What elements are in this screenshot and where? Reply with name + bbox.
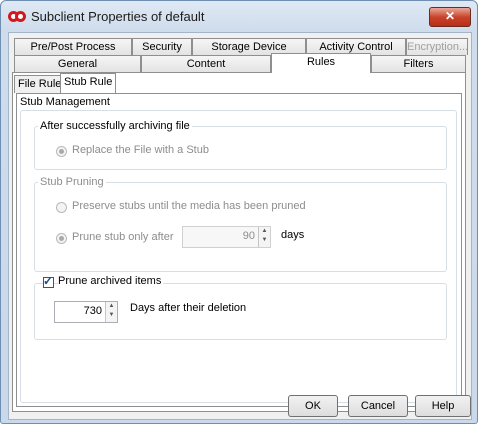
- stub-rule-panel: Stub Management After successfully archi…: [16, 93, 462, 407]
- preserve-stubs-label: Preserve stubs until the media has been …: [72, 200, 306, 212]
- days-after-deletion-label: Days after their deletion: [130, 302, 247, 314]
- tab-rules[interactable]: Rules: [271, 53, 371, 73]
- replace-stub-label: Replace the File with a Stub: [72, 144, 209, 156]
- tab-encryption: Encryption...: [406, 38, 468, 55]
- app-icon: [8, 11, 26, 22]
- close-button[interactable]: ✕: [429, 7, 471, 27]
- window-title: Subclient Properties of default: [31, 9, 205, 24]
- prune-days-spinner: 90 ▲ ▼: [182, 226, 271, 248]
- preserve-stubs-radio: [56, 202, 67, 213]
- stub-management-heading: Stub Management: [20, 96, 110, 108]
- subtab-stub-rule[interactable]: Stub Rule: [60, 73, 117, 93]
- spin-down-icon[interactable]: ▼: [106, 311, 117, 320]
- prune-stub-radio: [56, 233, 67, 244]
- days-label: days: [281, 229, 305, 241]
- ok-button[interactable]: OK: [288, 395, 338, 417]
- tab-pre-post-process[interactable]: Pre/Post Process: [14, 38, 132, 55]
- tab-general[interactable]: General: [14, 55, 141, 72]
- tab-filters[interactable]: Filters: [371, 55, 466, 72]
- tab-content[interactable]: Content: [141, 55, 271, 72]
- spin-up-icon: ▲: [261, 228, 268, 234]
- title-bar[interactable]: Subclient Properties of default ✕: [1, 1, 477, 31]
- spin-down-icon: ▼: [261, 237, 268, 243]
- archived-days-arrows[interactable]: ▲ ▼: [105, 302, 117, 322]
- subtab-file-rule[interactable]: File Rule: [14, 75, 66, 93]
- tab-security[interactable]: Security: [132, 38, 192, 55]
- dialog-window: Subclient Properties of default ✕ Pre/Po…: [0, 0, 478, 424]
- prune-days-arrows: ▲ ▼: [258, 227, 270, 247]
- cancel-button[interactable]: Cancel: [348, 395, 408, 417]
- prune-stub-label: Prune stub only after: [72, 231, 174, 243]
- rules-tab-panel: File Rule Stub Rule Stub Management Afte…: [12, 72, 466, 412]
- dialog-client: Pre/Post Process Security Storage Device…: [8, 32, 472, 420]
- stub-pruning-legend: Stub Pruning: [38, 176, 106, 188]
- after-archive-legend: After successfully archiving file: [38, 120, 192, 132]
- checkmark-icon: ✓: [43, 274, 54, 288]
- archived-days-value: 730: [83, 305, 102, 317]
- prune-days-value: 90: [242, 230, 255, 242]
- spin-up-icon[interactable]: ▲: [106, 302, 117, 311]
- prune-archived-checkbox[interactable]: ✓: [43, 274, 54, 288]
- help-button[interactable]: Help: [415, 395, 471, 417]
- replace-stub-radio: [56, 146, 67, 157]
- prune-archived-label: Prune archived items: [58, 275, 164, 287]
- archived-days-spinner[interactable]: 730 ▲ ▼: [54, 301, 118, 323]
